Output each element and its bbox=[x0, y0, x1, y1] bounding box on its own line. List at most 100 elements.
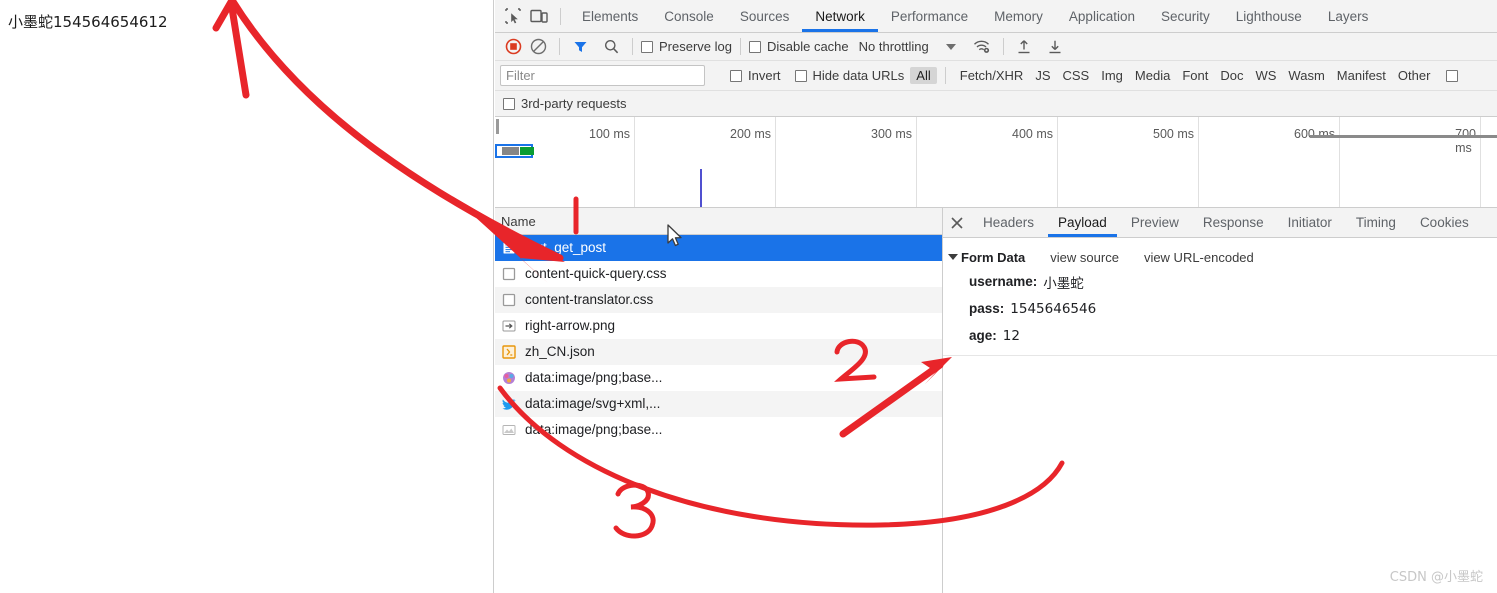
toolbar-divider-2 bbox=[559, 38, 560, 55]
tab-layers[interactable]: Layers bbox=[1315, 0, 1382, 32]
overview-load-line bbox=[1310, 135, 1497, 138]
network-split-view: Name text_get_post content-quick-query.c… bbox=[495, 208, 1497, 593]
detail-tab-headers[interactable]: Headers bbox=[971, 208, 1046, 237]
hide-data-urls-box[interactable] bbox=[794, 69, 807, 82]
toolbar-divider-3 bbox=[632, 38, 633, 55]
preserve-log-box[interactable] bbox=[641, 40, 653, 53]
inspect-element-icon[interactable] bbox=[500, 3, 526, 29]
filter-type-fetch-xhr[interactable]: Fetch/XHR bbox=[954, 67, 1030, 84]
ruler-tick-500ms: 500 ms bbox=[1153, 127, 1194, 141]
filter-type-media[interactable]: Media bbox=[1129, 67, 1176, 84]
clear-icon[interactable] bbox=[526, 34, 551, 59]
twitter-bird-icon bbox=[501, 396, 517, 412]
third-party-label: 3rd-party requests bbox=[521, 96, 627, 111]
detail-tab-initiator[interactable]: Initiator bbox=[1276, 208, 1344, 237]
tab-memory[interactable]: Memory bbox=[981, 0, 1056, 32]
filter-type-ws[interactable]: WS bbox=[1249, 67, 1282, 84]
request-name: right-arrow.png bbox=[525, 318, 616, 333]
table-row[interactable]: content-quick-query.css bbox=[495, 261, 942, 287]
filter-funnel-icon[interactable] bbox=[568, 34, 593, 59]
tab-network[interactable]: Network bbox=[802, 0, 878, 32]
tab-lighthouse[interactable]: Lighthouse bbox=[1223, 0, 1315, 32]
device-toolbar-icon[interactable] bbox=[526, 3, 552, 29]
form-field-age: age: 12 bbox=[943, 322, 1497, 349]
toolbar-divider-5 bbox=[1002, 38, 1004, 55]
table-row[interactable]: zh_CN.json bbox=[495, 339, 942, 365]
filter-input[interactable] bbox=[500, 65, 705, 86]
filter-type-manifest[interactable]: Manifest bbox=[1331, 67, 1392, 84]
export-har-icon[interactable] bbox=[1043, 34, 1068, 59]
preserve-log-checkbox[interactable]: Preserve log bbox=[641, 39, 732, 54]
search-icon[interactable] bbox=[599, 34, 624, 59]
disable-cache-checkbox[interactable]: Disable cache bbox=[748, 39, 849, 54]
table-row[interactable]: text_get_post bbox=[495, 235, 942, 261]
filter-type-font[interactable]: Font bbox=[1176, 67, 1214, 84]
disable-cache-label: Disable cache bbox=[766, 39, 849, 54]
field-key: username: bbox=[969, 274, 1038, 289]
watermark: CSDN @小墨蛇 bbox=[1389, 570, 1483, 585]
tab-performance[interactable]: Performance bbox=[878, 0, 981, 32]
toolbar-divider-4 bbox=[739, 38, 741, 55]
request-list-header[interactable]: Name bbox=[495, 208, 942, 235]
invert-box[interactable] bbox=[730, 69, 742, 82]
payload-body: Form Data view source view URL-encoded u… bbox=[943, 238, 1497, 356]
toolbar-divider bbox=[560, 7, 561, 25]
view-source-link[interactable]: view source bbox=[1050, 250, 1119, 265]
tab-console[interactable]: Console bbox=[651, 0, 727, 32]
view-url-encoded-link[interactable]: view URL-encoded bbox=[1144, 250, 1254, 265]
devtools-panel: Elements Console Sources Network Perform… bbox=[495, 0, 1497, 593]
hide-data-urls-label: Hide data URLs bbox=[812, 68, 905, 83]
ruler-tick-300ms: 300 ms bbox=[871, 127, 912, 141]
page-text: 小墨蛇154564654612 bbox=[8, 13, 168, 31]
field-key: age: bbox=[969, 328, 997, 343]
overflow-checkbox[interactable] bbox=[1446, 69, 1459, 82]
hide-data-urls-checkbox[interactable]: Hide data URLs bbox=[794, 68, 905, 83]
tab-elements[interactable]: Elements bbox=[569, 0, 651, 32]
table-row[interactable]: data:image/png;base... bbox=[495, 365, 942, 391]
filter-type-wasm[interactable]: Wasm bbox=[1282, 67, 1330, 84]
third-party-box[interactable] bbox=[503, 97, 515, 110]
chevron-down-icon[interactable] bbox=[939, 34, 964, 59]
request-detail-pane: Headers Payload Preview Response Initiat… bbox=[943, 208, 1497, 593]
filter-type-css[interactable]: CSS bbox=[1057, 67, 1096, 84]
table-row[interactable]: data:image/png;base... bbox=[495, 417, 942, 443]
ruler-tick-100ms: 100 ms bbox=[589, 127, 630, 141]
web-page-content: 小墨蛇154564654612 bbox=[0, 0, 494, 593]
third-party-row: 3rd-party requests bbox=[495, 91, 1497, 117]
wifi-settings-icon[interactable] bbox=[970, 34, 995, 59]
detail-tab-response[interactable]: Response bbox=[1191, 208, 1276, 237]
ruler-tick-600ms: 600 ms bbox=[1294, 127, 1335, 141]
mouse-cursor bbox=[667, 224, 682, 247]
filter-type-other[interactable]: Other bbox=[1392, 67, 1437, 84]
network-overview-timeline[interactable]: 100 ms 200 ms 300 ms 400 ms 500 ms 600 m… bbox=[495, 117, 1497, 208]
request-name: text_get_post bbox=[525, 240, 607, 255]
disable-cache-box[interactable] bbox=[748, 40, 761, 53]
import-har-icon[interactable] bbox=[1012, 34, 1037, 59]
tab-application[interactable]: Application bbox=[1056, 0, 1148, 32]
table-row[interactable]: right-arrow.png bbox=[495, 313, 942, 339]
detail-tab-cookies[interactable]: Cookies bbox=[1408, 208, 1481, 237]
detail-tab-payload[interactable]: Payload bbox=[1046, 208, 1119, 237]
filter-type-all[interactable]: All bbox=[910, 67, 937, 84]
tab-sources[interactable]: Sources bbox=[727, 0, 803, 32]
tab-security[interactable]: Security bbox=[1148, 0, 1223, 32]
table-row[interactable]: content-translator.css bbox=[495, 287, 942, 313]
image-gray-icon bbox=[501, 422, 517, 438]
overview-left-marker bbox=[496, 119, 499, 134]
table-row[interactable]: data:image/svg+xml,... bbox=[495, 391, 942, 417]
request-list-pane: Name text_get_post content-quick-query.c… bbox=[495, 208, 943, 593]
filter-type-img[interactable]: Img bbox=[1095, 67, 1129, 84]
detail-tab-timing[interactable]: Timing bbox=[1344, 208, 1408, 237]
invert-checkbox[interactable]: Invert bbox=[730, 68, 781, 83]
triangle-down-icon[interactable] bbox=[948, 254, 958, 260]
close-icon[interactable] bbox=[943, 208, 971, 237]
throttle-select-value[interactable]: No throttling bbox=[859, 39, 929, 54]
filter-type-js[interactable]: JS bbox=[1029, 67, 1056, 84]
third-party-checkbox[interactable]: 3rd-party requests bbox=[503, 96, 627, 111]
overview-dom-content-loaded-marker bbox=[700, 169, 702, 207]
form-data-section-header[interactable]: Form Data view source view URL-encoded bbox=[943, 246, 1497, 268]
request-name: data:image/png;base... bbox=[525, 422, 663, 437]
record-stop-icon[interactable] bbox=[501, 34, 526, 59]
filter-type-doc[interactable]: Doc bbox=[1214, 67, 1249, 84]
detail-tab-preview[interactable]: Preview bbox=[1119, 208, 1191, 237]
